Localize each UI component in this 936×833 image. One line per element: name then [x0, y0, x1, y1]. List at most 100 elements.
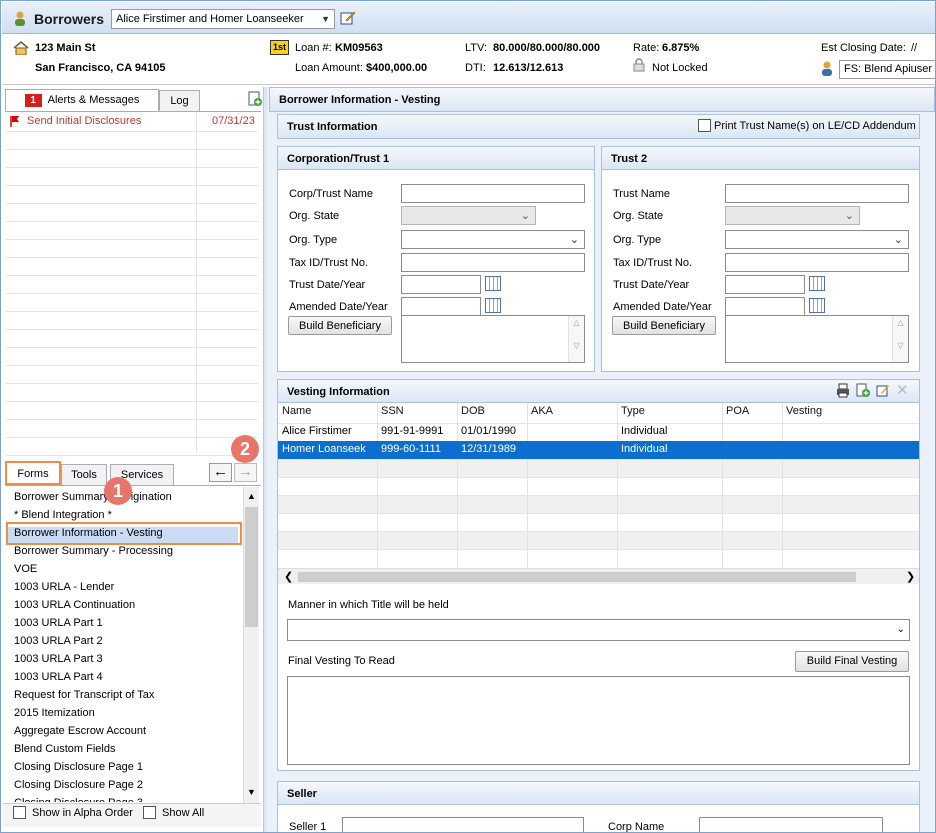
- show-all-checkbox[interactable]: [143, 806, 156, 819]
- print-trust-checkbox[interactable]: [698, 119, 711, 132]
- loan-number-label: Loan #:: [295, 42, 332, 54]
- user-select[interactable]: FS: Blend Apiuser: [839, 60, 935, 79]
- tab-forms[interactable]: Forms: [5, 461, 61, 485]
- manner-select[interactable]: ⌄: [287, 619, 910, 641]
- trust-2-org-type-select[interactable]: ⌄: [725, 230, 909, 249]
- form-item[interactable]: * Blend Integration *: [14, 509, 112, 521]
- table-row[interactable]: Alice Firstimer 991-91-9991 01/01/1990 Indi…: [278, 423, 919, 441]
- textarea-scrollbar[interactable]: △ ▽: [568, 316, 584, 362]
- calendar-icon[interactable]: [485, 298, 501, 313]
- scroll-down-icon[interactable]: ▽: [569, 341, 584, 350]
- form-item[interactable]: Request for Transcript of Tax: [14, 689, 154, 701]
- corp-name-input[interactable]: [699, 817, 883, 832]
- alert-grid-line: [6, 149, 258, 150]
- borrower-pair-select[interactable]: Alice Firstimer and Homer Loanseeker ▼: [111, 9, 335, 29]
- column-header[interactable]: Type: [621, 405, 645, 417]
- table-cell: 01/01/1990: [461, 425, 517, 437]
- trust-2-tax-id-input[interactable]: [725, 253, 909, 272]
- corp-trust-1-org-type-select[interactable]: ⌄: [401, 230, 585, 249]
- form-item[interactable]: 1003 URLA Continuation: [14, 599, 135, 611]
- form-item[interactable]: VOE: [14, 563, 37, 575]
- calendar-icon[interactable]: [809, 276, 825, 291]
- form-item[interactable]: Closing Disclosure Page 1: [14, 761, 143, 773]
- tab-alerts-messages[interactable]: 1 Alerts & Messages: [5, 89, 159, 111]
- scroll-left-icon[interactable]: ❮: [284, 570, 293, 583]
- scroll-right-icon[interactable]: ❯: [906, 570, 915, 583]
- corp-trust-1-label: Org. State: [289, 210, 340, 222]
- seller-1-input[interactable]: [342, 817, 584, 832]
- form-item[interactable]: 2015 Itemization: [14, 707, 95, 719]
- form-item[interactable]: Borrower Summary - Processing: [14, 545, 173, 557]
- form-item[interactable]: Blend Custom Fields: [14, 743, 116, 755]
- build-final-vesting-button[interactable]: Build Final Vesting: [795, 651, 909, 672]
- corp-trust-1-tax-id-input[interactable]: [401, 253, 585, 272]
- trust-2-amended-date-input[interactable]: [725, 297, 805, 316]
- table-cell: 991-91-9991: [381, 425, 444, 437]
- scroll-up-icon[interactable]: △: [569, 318, 584, 327]
- final-vesting-textarea[interactable]: [287, 676, 910, 765]
- alert-grid-line: [6, 455, 258, 456]
- alert-grid-line: [6, 257, 258, 258]
- flag-icon: [10, 115, 20, 127]
- lock-status: Not Locked: [652, 62, 708, 74]
- alert-grid-line: [6, 221, 258, 222]
- scroll-down-icon[interactable]: ▼: [247, 787, 256, 797]
- corp-trust-1-label: Amended Date/Year: [289, 301, 388, 313]
- alert-grid-line: [6, 329, 258, 330]
- form-item[interactable]: 1003 URLA Part 2: [14, 635, 103, 647]
- trust-2-beneficiary-textarea[interactable]: △ ▽: [725, 315, 909, 363]
- grid-row-bg: [278, 549, 919, 567]
- print-icon[interactable]: [836, 383, 850, 398]
- new-note-icon[interactable]: [248, 91, 262, 107]
- edit-icon[interactable]: [340, 10, 356, 26]
- alert-item[interactable]: Send Initial Disclosures: [27, 115, 141, 127]
- add-record-icon[interactable]: [856, 383, 870, 398]
- grid-hscrollbar[interactable]: ❮ ❯: [278, 568, 919, 584]
- trust-2-trust-date-input[interactable]: [725, 275, 805, 294]
- forward-arrow-icon[interactable]: →: [234, 463, 257, 482]
- scroll-down-icon[interactable]: ▽: [893, 341, 908, 350]
- show-alpha-checkbox[interactable]: [13, 806, 26, 819]
- alert-grid-line: [6, 239, 258, 240]
- form-item[interactable]: Closing Disclosure Page 3: [14, 797, 143, 802]
- column-header[interactable]: Name: [282, 405, 311, 417]
- hscroll-thumb[interactable]: [298, 572, 856, 582]
- form-item[interactable]: 1003 URLA Part 3: [14, 653, 103, 665]
- corp-trust-1-org-state-select[interactable]: ⌄: [401, 206, 536, 225]
- calendar-icon[interactable]: [485, 276, 501, 291]
- trust-2-org-state-select[interactable]: ⌄: [725, 206, 860, 225]
- corp-trust-1-name-input[interactable]: [401, 184, 585, 203]
- form-item[interactable]: 1003 URLA - Lender: [14, 581, 114, 593]
- scroll-thumb[interactable]: [245, 507, 258, 627]
- corp-trust-1-trust-date-input[interactable]: [401, 275, 481, 294]
- form-item[interactable]: 1003 URLA Part 1: [14, 617, 103, 629]
- column-header[interactable]: AKA: [531, 405, 553, 417]
- print-trust-label: Print Trust Name(s) on LE/CD Addendum: [714, 120, 916, 132]
- scroll-up-icon[interactable]: △: [893, 318, 908, 327]
- build-beneficiary-button[interactable]: Build Beneficiary: [612, 316, 716, 335]
- textarea-scrollbar[interactable]: △ ▽: [892, 316, 908, 362]
- scroll-up-icon[interactable]: ▲: [247, 491, 256, 501]
- form-item[interactable]: Closing Disclosure Page 2: [14, 779, 143, 791]
- column-header[interactable]: Vesting: [786, 405, 822, 417]
- calendar-icon[interactable]: [809, 298, 825, 313]
- left-panel: 1 Alerts & Messages Log Send Initial Disc…: [2, 87, 264, 832]
- form-item[interactable]: 1003 URLA Part 4: [14, 671, 103, 683]
- build-beneficiary-button[interactable]: Build Beneficiary: [288, 316, 392, 335]
- column-header[interactable]: DOB: [461, 405, 485, 417]
- form-item[interactable]: Borrower Summary - Origination: [14, 491, 172, 503]
- corp-trust-1-amended-date-input[interactable]: [401, 297, 481, 316]
- table-row-selected[interactable]: Homer Loanseek 999-60-1111 12/31/1989 Indiv…: [278, 441, 919, 459]
- edit-record-icon[interactable]: [876, 383, 890, 398]
- callout-2: 2: [231, 435, 259, 463]
- tab-log[interactable]: Log: [159, 90, 200, 112]
- back-arrow-icon[interactable]: ←: [209, 463, 232, 482]
- column-header[interactable]: SSN: [381, 405, 404, 417]
- forms-scrollbar[interactable]: ▲ ▼: [243, 487, 259, 803]
- delete-icon[interactable]: ✕: [896, 381, 909, 399]
- form-item[interactable]: Aggregate Escrow Account: [14, 725, 146, 737]
- tab-tools[interactable]: Tools: [61, 464, 107, 486]
- trust-2-name-input[interactable]: [725, 184, 909, 203]
- column-header[interactable]: POA: [726, 405, 749, 417]
- corp-trust-1-beneficiary-textarea[interactable]: △ ▽: [401, 315, 585, 363]
